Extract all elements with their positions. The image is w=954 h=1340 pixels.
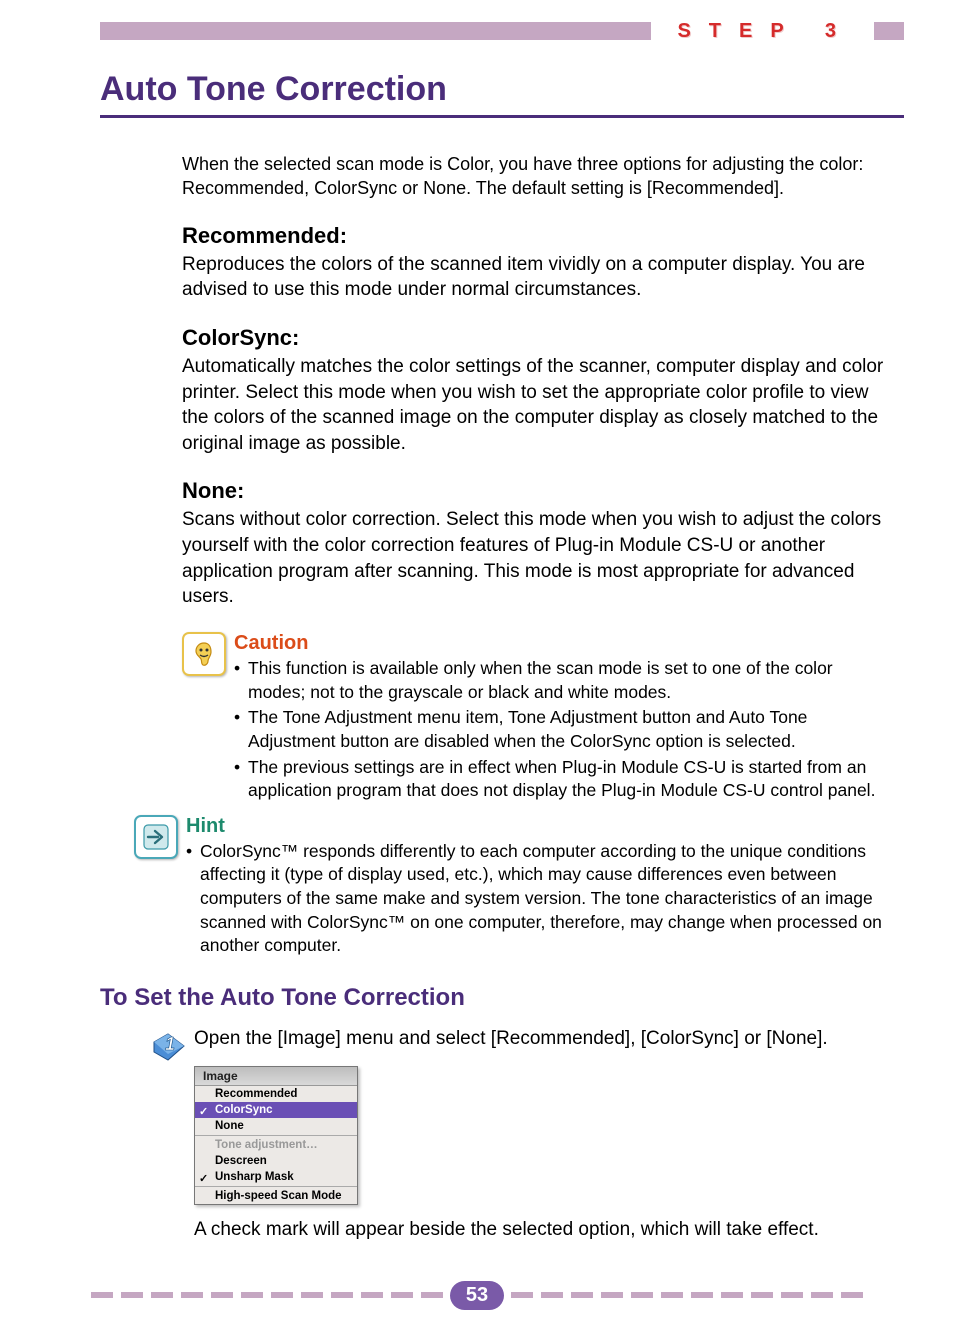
menu-item-none[interactable]: None <box>195 1118 357 1134</box>
caution-bullet: •The Tone Adjustment menu item, Tone Adj… <box>234 706 884 753</box>
menu-item-label: ColorSync <box>215 1104 273 1116</box>
option-recommended-body: Reproduces the colors of the scanned ite… <box>182 252 884 303</box>
menu-divider <box>195 1186 357 1187</box>
footer-dashes-left <box>90 1292 444 1298</box>
menu-item-label: Recommended <box>215 1088 297 1100</box>
option-colorsync-heading: ColorSync: <box>182 325 884 351</box>
check-icon: ✓ <box>199 1105 208 1118</box>
menu-item-label: High-speed Scan Mode <box>215 1190 342 1202</box>
menu-item-unsharp-mask[interactable]: ✓ Unsharp Mask <box>195 1169 357 1185</box>
footer-dashes-right <box>510 1292 864 1298</box>
menu-item-recommended[interactable]: Recommended <box>195 1086 357 1102</box>
menu-item-label: Descreen <box>215 1155 267 1167</box>
menu-title[interactable]: Image <box>195 1067 357 1086</box>
page-footer: 53 <box>90 1281 864 1310</box>
menu-item-label: Tone adjustment… <box>215 1139 318 1151</box>
caution-bullet-text: The Tone Adjustment menu item, Tone Adju… <box>248 706 884 753</box>
menu-item-label: None <box>215 1120 244 1132</box>
page-title: Auto Tone Correction <box>100 70 904 118</box>
step-1: 1 Open the [Image] menu and select [Reco… <box>150 1026 904 1241</box>
menu-item-highspeed[interactable]: High-speed Scan Mode <box>195 1188 357 1204</box>
hint-block: Hint •ColorSync™ responds differently to… <box>134 815 884 960</box>
step-bar-label-area: STEP 3 <box>657 22 874 40</box>
option-recommended-heading: Recommended: <box>182 223 884 249</box>
caution-title: Caution <box>234 632 884 655</box>
caution-bullet: •This function is available only when th… <box>234 657 884 704</box>
step-1-text: Open the [Image] menu and select [Recomm… <box>194 1026 874 1052</box>
intro-text: When the selected scan mode is Color, yo… <box>182 152 884 201</box>
svg-text:1: 1 <box>165 1034 175 1054</box>
step-1-followup: A check mark will appear beside the sele… <box>194 1219 904 1241</box>
option-none-heading: None: <box>182 478 884 504</box>
menu-item-tone-adjustment: Tone adjustment… <box>195 1137 357 1153</box>
subheading: To Set the Auto Tone Correction <box>100 984 904 1012</box>
step-bar-right <box>874 22 904 40</box>
hint-title: Hint <box>186 815 884 838</box>
caution-bullet: •The previous settings are in effect whe… <box>234 756 884 803</box>
option-colorsync-body: Automatically matches the color settings… <box>182 354 884 457</box>
option-none-body: Scans without color correction. Select t… <box>182 507 884 610</box>
menu-item-colorsync[interactable]: ✓ ColorSync <box>195 1102 357 1118</box>
check-icon: ✓ <box>199 1172 208 1185</box>
caution-icon <box>182 632 226 676</box>
step-bar: STEP 3 <box>100 20 904 42</box>
menu-item-descreen[interactable]: Descreen <box>195 1153 357 1169</box>
hint-bullet-text: ColorSync™ responds differently to each … <box>200 840 884 958</box>
hint-bullet: •ColorSync™ responds differently to each… <box>186 840 884 958</box>
step-number-icon: 1 <box>150 1026 184 1060</box>
caution-block: Caution •This function is available only… <box>182 632 884 805</box>
step-label: STEP 3 <box>677 20 854 43</box>
hint-icon <box>134 815 178 859</box>
page-number: 53 <box>450 1281 504 1310</box>
image-menu[interactable]: Image Recommended ✓ ColorSync None Tone a… <box>194 1066 358 1205</box>
step-bar-left <box>100 22 651 40</box>
menu-divider <box>195 1135 357 1136</box>
menu-item-label: Unsharp Mask <box>215 1171 294 1183</box>
caution-bullet-text: This function is available only when the… <box>248 657 884 704</box>
caution-bullet-text: The previous settings are in effect when… <box>248 756 884 803</box>
